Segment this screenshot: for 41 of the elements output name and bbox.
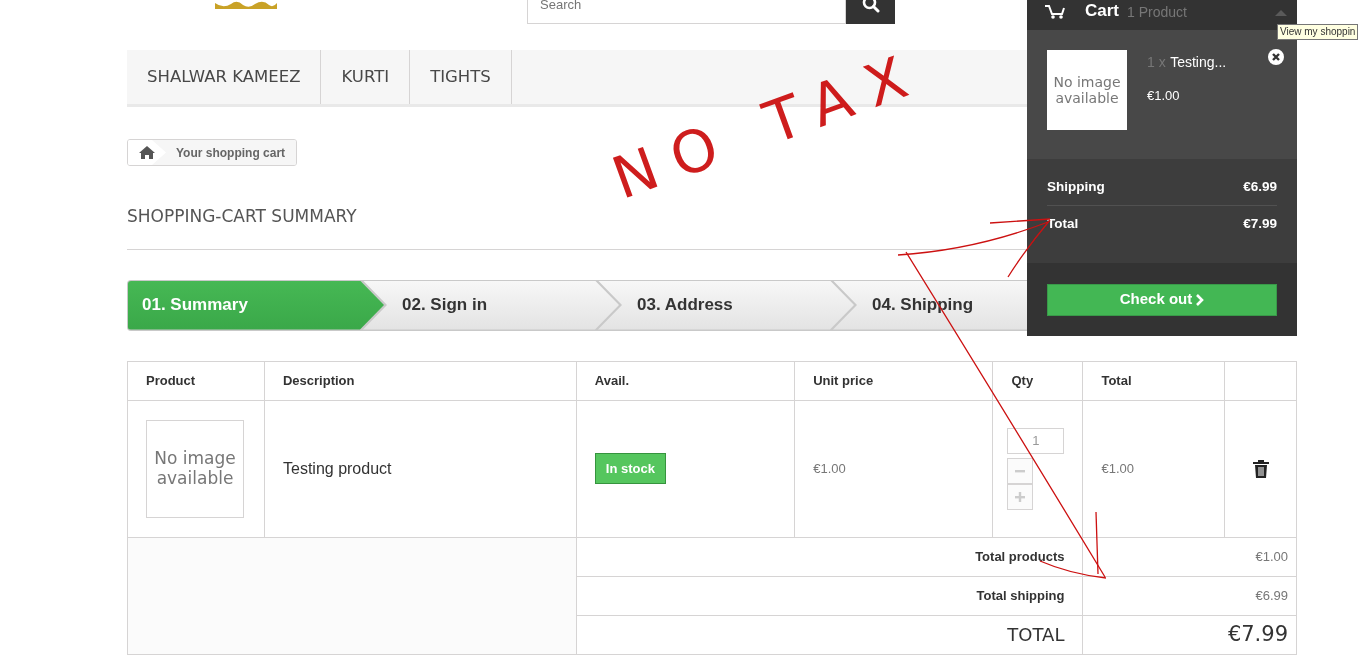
plus-icon — [1014, 490, 1027, 503]
no-image-text: No image available — [153, 448, 237, 489]
menu-item[interactable]: SHALWAR KAMEEZ — [127, 50, 322, 104]
total-label: Total products — [975, 548, 1065, 564]
cart-title: Cart — [1085, 2, 1119, 19]
column-header: Qty — [1011, 372, 1034, 388]
total-value: €6.99 — [1255, 587, 1288, 603]
chevron-icon — [1196, 293, 1205, 306]
summary-value: €6.99 — [1243, 178, 1277, 196]
remove-icon[interactable] — [1268, 49, 1284, 65]
cart-icon — [1045, 5, 1065, 19]
breadcrumb-item: Your shopping cart — [152, 140, 297, 165]
product-count: 1 Product — [1127, 5, 1187, 19]
summary-label: Total — [1047, 215, 1079, 234]
home-icon[interactable] — [139, 146, 155, 159]
trash-icon[interactable] — [1251, 458, 1270, 479]
search-icon — [861, 0, 880, 13]
total-label: TOTAL — [1007, 624, 1065, 645]
total-value: €7.99 — [1227, 621, 1288, 646]
summary-value: €7.99 — [1243, 215, 1277, 234]
total-value: €1.00 — [1255, 548, 1288, 564]
item-price: €1.00 — [1147, 87, 1181, 105]
column-header: Avail. — [594, 372, 630, 388]
search-field[interactable]: Search — [527, 0, 846, 24]
stock-badge: In stock — [594, 452, 666, 485]
menu-item[interactable]: TIGHTS — [410, 50, 512, 104]
line-total: €1.00 — [1101, 460, 1134, 476]
column-header: Unit price — [813, 372, 874, 388]
unit-price: €1.00 — [813, 460, 846, 476]
step-tab[interactable]: 02. Sign in — [363, 280, 619, 330]
summary-label: Shipping — [1047, 178, 1105, 196]
item-name[interactable]: Testing... — [1170, 54, 1227, 70]
no-image-text: No image available — [1052, 73, 1122, 107]
column-header: Total — [1101, 372, 1132, 388]
column-header: Description — [283, 372, 355, 388]
step-tab[interactable]: 03. Address — [598, 280, 854, 330]
total-label: Total shipping — [976, 587, 1065, 603]
tooltip: View my shoppin — [1277, 24, 1359, 40]
menu-item[interactable]: KURTI — [321, 50, 411, 104]
product-name: Testing product — [283, 459, 392, 477]
column-header: Product — [146, 372, 196, 388]
